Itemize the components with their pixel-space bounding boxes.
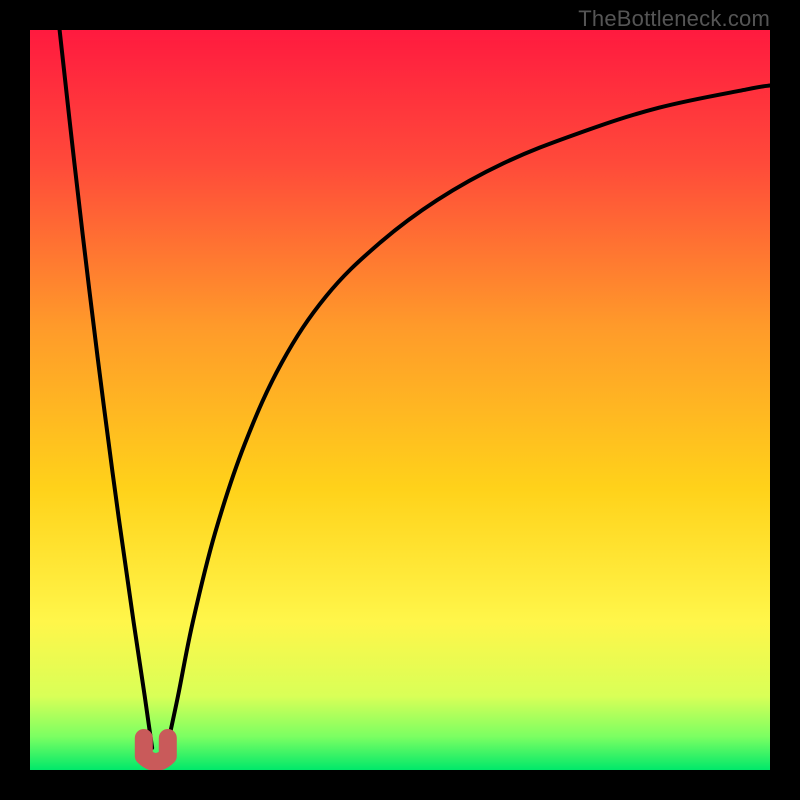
watermark-text: TheBottleneck.com <box>578 6 770 32</box>
chart-frame: TheBottleneck.com <box>0 0 800 800</box>
plot-area <box>30 30 770 770</box>
chart-svg <box>30 30 770 770</box>
